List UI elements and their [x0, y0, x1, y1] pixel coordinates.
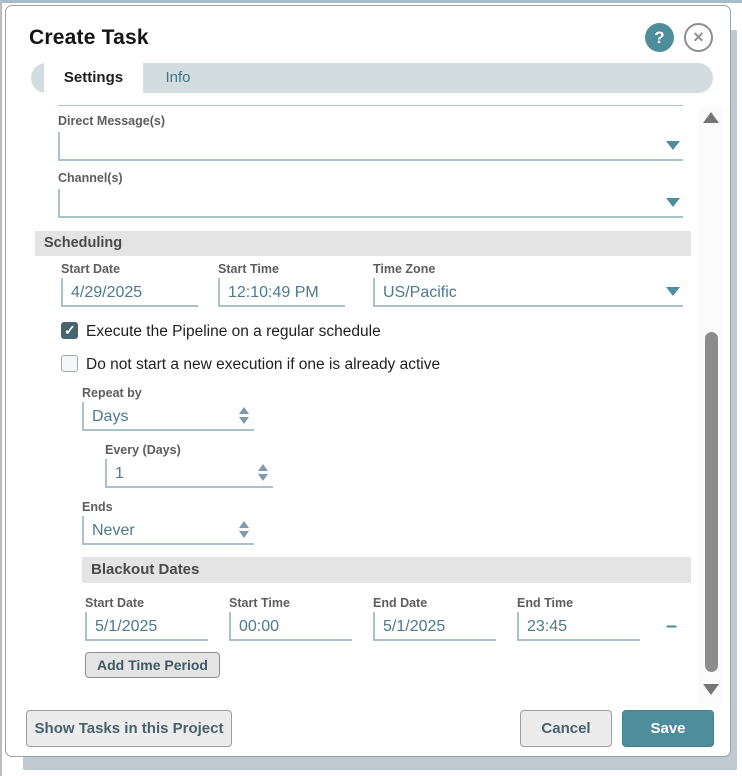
channels-select[interactable] — [58, 189, 683, 218]
spinner-up-icon[interactable] — [258, 464, 268, 471]
spinner-up-icon[interactable] — [239, 407, 249, 414]
repeat-by-label: Repeat by — [82, 386, 142, 400]
time-zone-dropdown-arrow-icon[interactable] — [666, 287, 680, 296]
every-days-spinner[interactable] — [257, 464, 269, 481]
blackout-end-date-label: End Date — [373, 596, 427, 610]
ends-select[interactable] — [82, 516, 254, 545]
every-days-label: Every (Days) — [105, 443, 181, 457]
start-time-label: Start Time — [218, 262, 279, 276]
start-date-label: Start Date — [61, 262, 120, 276]
execute-schedule-checkbox[interactable] — [61, 322, 78, 339]
no-concurrent-checkbox[interactable] — [61, 355, 78, 372]
spinner-up-icon[interactable] — [239, 521, 249, 528]
time-zone-select[interactable] — [373, 278, 683, 307]
scrollbar-thumb[interactable] — [705, 332, 718, 672]
blackout-start-time-input[interactable] — [229, 612, 352, 641]
create-task-dialog: Create Task ? ✕ Settings Info Direct Mes… — [5, 5, 731, 757]
spinner-down-icon[interactable] — [239, 531, 249, 538]
tab-strip: Settings Info — [31, 63, 713, 93]
spinner-down-icon[interactable] — [239, 417, 249, 424]
add-time-period-button[interactable]: Add Time Period — [85, 652, 220, 678]
scrollbar-up-icon[interactable] — [703, 112, 719, 123]
blackout-end-time-label: End Time — [517, 596, 573, 610]
blackout-dates-section-header: Blackout Dates — [82, 557, 691, 583]
start-date-input[interactable] — [61, 278, 198, 307]
direct-messages-dropdown-arrow-icon[interactable] — [666, 141, 680, 150]
tab-info[interactable]: Info — [143, 63, 213, 93]
direct-messages-select[interactable] — [58, 132, 683, 161]
ends-spinner[interactable] — [238, 521, 250, 538]
dialog-title: Create Task — [29, 26, 149, 50]
show-tasks-button[interactable]: Show Tasks in this Project — [26, 710, 232, 747]
repeat-by-select[interactable] — [82, 402, 254, 431]
ends-label: Ends — [82, 500, 113, 514]
blackout-start-time-label: Start Time — [229, 596, 290, 610]
close-icon[interactable]: ✕ — [684, 23, 713, 52]
spinner-down-icon[interactable] — [258, 474, 268, 481]
blackout-end-time-input[interactable] — [517, 612, 640, 641]
page-top-edge — [0, 0, 742, 3]
scheduling-section-header: Scheduling — [35, 231, 691, 256]
every-days-input[interactable] — [105, 459, 273, 488]
channels-label: Channel(s) — [58, 171, 123, 185]
start-time-input[interactable] — [218, 278, 345, 307]
time-zone-label: Time Zone — [373, 262, 435, 276]
blackout-start-date-input[interactable] — [85, 612, 208, 641]
help-icon[interactable]: ? — [645, 23, 674, 52]
tab-settings[interactable]: Settings — [44, 63, 143, 93]
repeat-by-spinner[interactable] — [238, 407, 250, 424]
direct-messages-label: Direct Message(s) — [58, 114, 165, 128]
save-button[interactable]: Save — [622, 710, 714, 747]
blackout-start-date-label: Start Date — [85, 596, 144, 610]
scrollbar-down-icon[interactable] — [703, 684, 719, 695]
execute-schedule-label: Execute the Pipeline on a regular schedu… — [86, 323, 381, 341]
channels-dropdown-arrow-icon[interactable] — [666, 198, 680, 207]
cancel-button[interactable]: Cancel — [520, 710, 612, 747]
remove-time-period-icon[interactable]: – — [666, 616, 677, 636]
no-concurrent-label: Do not start a new execution if one is a… — [86, 356, 440, 374]
blackout-end-date-input[interactable] — [373, 612, 496, 641]
page-left-edge — [0, 0, 2, 776]
scroll-divider — [58, 105, 683, 106]
